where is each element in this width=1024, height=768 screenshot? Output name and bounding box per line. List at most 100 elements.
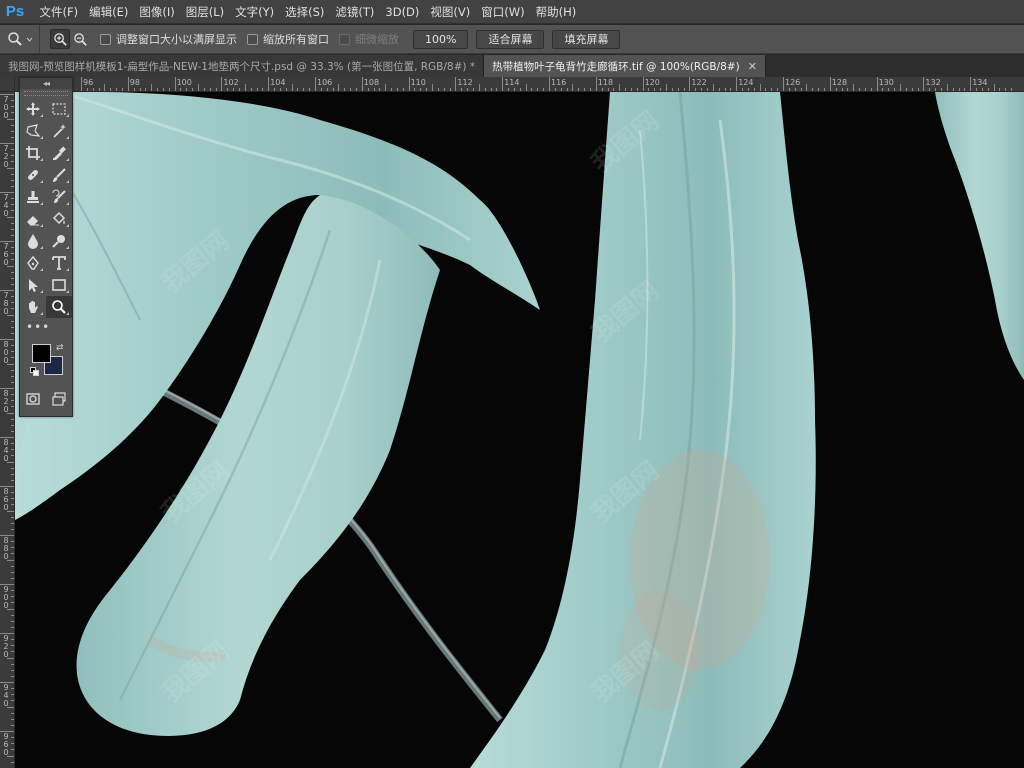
blur-tool[interactable] (20, 230, 46, 252)
swap-colors-icon[interactable]: ⇄ (56, 343, 64, 353)
ruler-tick (174, 77, 176, 91)
crop-tool[interactable] (20, 142, 46, 164)
ruler-minor-tick (625, 88, 627, 91)
ruler-minor-tick (11, 406, 14, 408)
ruler-label: 800 (3, 340, 9, 365)
healing-brush-tool-icon (28, 170, 38, 180)
menu-image[interactable]: 图像(I) (134, 0, 180, 24)
ruler-minor-tick (449, 88, 451, 91)
dodge-tool-icon (52, 235, 65, 248)
scrubby-zoom-checkbox[interactable]: 细微缩放 (339, 31, 399, 47)
ruler-minor-tick (958, 88, 960, 91)
ruler-minor-tick (11, 553, 14, 555)
ruler-minor-tick (215, 88, 217, 91)
menu-edit[interactable]: 编辑(E) (84, 0, 134, 24)
ruler-minor-tick (11, 565, 14, 567)
horizontal-ruler[interactable]: 96 98 100 102 104 106 108 110 112 114 116 118 120 122… (15, 77, 1024, 92)
tab-document-1[interactable]: 我图网-预览图样机模板1-扁型作品-NEW-1地垫两个尺寸.psd @ 33.3… (0, 55, 485, 77)
blur-tool-icon (28, 234, 38, 249)
marquee-tool-icon (52, 103, 66, 115)
ruler-label: 860 (3, 487, 9, 512)
zoom-in-icon (53, 32, 67, 46)
ruler-minor-tick (981, 88, 983, 91)
menu-view[interactable]: 视图(V) (425, 0, 476, 24)
menu-help[interactable]: 帮助(H) (530, 0, 582, 24)
brush-tool[interactable] (46, 164, 72, 186)
edit-toolbar-button[interactable]: ••• (20, 318, 72, 336)
dodge-tool[interactable] (46, 230, 72, 252)
checkbox-box (100, 33, 111, 45)
crop-tool-icon (26, 146, 40, 160)
ruler-minor-tick (771, 88, 773, 91)
menu-type[interactable]: 文字(Y) (230, 0, 280, 24)
ruler-minor-tick (11, 718, 14, 720)
ruler-minor-tick (92, 88, 94, 91)
path-selection-tool[interactable] (20, 274, 46, 296)
ruler-label: 740 (3, 193, 9, 218)
menu-select[interactable]: 选择(S) (280, 0, 330, 24)
ruler-tick (642, 77, 644, 91)
ruler-minor-tick (11, 130, 14, 132)
menu-layer[interactable]: 图层(L) (180, 0, 229, 24)
ruler-origin[interactable] (0, 77, 15, 92)
ruler-minor-tick (671, 88, 673, 91)
ruler-minor-tick (11, 712, 14, 714)
vertical-ruler[interactable]: 700 720 740 760 780 800 820 840 860 880 900 920 940 9… (0, 92, 15, 768)
ruler-minor-tick (11, 602, 14, 604)
move-tool[interactable] (20, 98, 46, 120)
default-colors-icon[interactable] (30, 367, 39, 376)
quick-mask-button[interactable] (20, 388, 46, 410)
ruler-minor-tick (11, 455, 14, 457)
paint-bucket-tool[interactable] (46, 208, 72, 230)
menu-filter[interactable]: 滤镜(T) (330, 0, 380, 24)
tab-document-2[interactable]: 热带植物叶子龟背竹走廊循环.tif @ 100%(RGB/8#) ✕ (484, 55, 766, 77)
ruler-minor-tick (478, 84, 480, 91)
hand-tool[interactable] (20, 296, 46, 318)
eraser-tool[interactable] (20, 208, 46, 230)
ruler-minor-tick (11, 688, 14, 690)
fill-screen-button[interactable]: 填充屏幕 (552, 29, 621, 49)
history-brush-tool[interactable] (46, 186, 72, 208)
resize-windows-checkbox[interactable]: 调整窗口大小以满屏显示 (100, 31, 237, 47)
marquee-tool[interactable] (46, 98, 72, 120)
zoom-100-button[interactable]: 100% (413, 29, 469, 49)
screen-mode-button[interactable] (46, 388, 72, 410)
lasso-tool[interactable] (20, 120, 46, 142)
zoom-out-button[interactable] (70, 29, 90, 49)
pen-tool[interactable] (20, 252, 46, 274)
ruler-minor-tick (11, 283, 14, 285)
ruler-minor-tick (788, 88, 790, 91)
document-canvas[interactable]: 我图网 我图网 我图网 我图网 我图网 我图网 我图网 (15, 92, 1024, 768)
ruler-minor-tick (578, 88, 580, 91)
menu-file[interactable]: 文件(F) (34, 0, 84, 24)
pen-tool-icon (27, 255, 39, 270)
rectangle-tool[interactable] (46, 274, 72, 296)
zoom-tool[interactable] (46, 296, 72, 318)
tools-panel-header[interactable]: ◂◂ (20, 78, 72, 89)
ruler-label: 920 (3, 634, 9, 659)
collapse-panel-icon[interactable]: ◂◂ (43, 79, 50, 88)
close-icon[interactable]: ✕ (748, 60, 757, 73)
ruler-minor-tick (940, 88, 942, 91)
ruler-minor-tick (157, 88, 159, 91)
ruler-tick (455, 77, 457, 91)
ruler-minor-tick (98, 88, 100, 91)
clone-stamp-tool[interactable] (20, 186, 46, 208)
tool-preset-picker[interactable] (0, 24, 40, 54)
menu-3d[interactable]: 3D(D) (380, 0, 425, 24)
ruler-minor-tick (133, 88, 135, 91)
type-tool[interactable] (46, 252, 72, 274)
foreground-color-swatch[interactable] (32, 344, 51, 363)
history-brush-tool-icon (52, 189, 66, 203)
healing-brush-tool[interactable] (20, 164, 46, 186)
zoom-in-button[interactable] (50, 29, 70, 49)
eyedropper-tool[interactable] (46, 142, 72, 164)
menu-window[interactable]: 窗口(W) (476, 0, 530, 24)
ruler-minor-tick (426, 88, 428, 91)
fit-screen-button[interactable]: 适合屏幕 (476, 29, 545, 49)
ruler-minor-tick (11, 106, 14, 108)
magic-wand-tool[interactable] (46, 120, 72, 142)
panel-grip[interactable] (24, 91, 68, 96)
zoom-all-windows-checkbox[interactable]: 缩放所有窗口 (247, 31, 329, 47)
ruler-minor-tick (976, 88, 978, 91)
